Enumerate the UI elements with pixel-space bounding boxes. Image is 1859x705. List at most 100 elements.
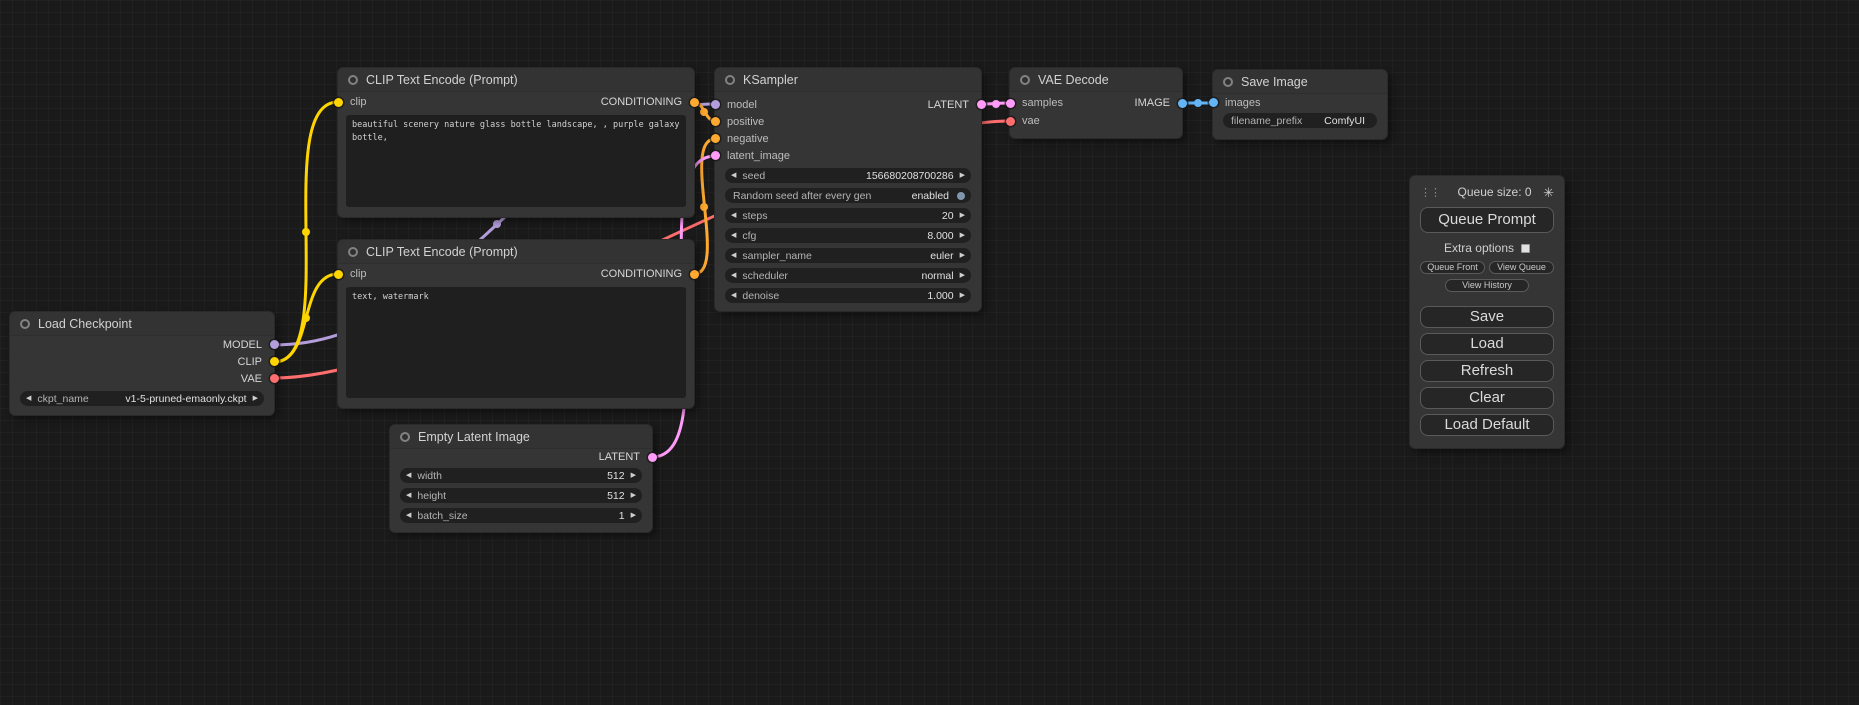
increment-arrow-icon[interactable]: ▶	[631, 492, 636, 499]
node-load-checkpoint[interactable]: Load Checkpoint MODEL CLIP VAE ◀ ckpt_na…	[10, 312, 274, 415]
input-port-vae[interactable]	[1006, 117, 1015, 126]
output-port-clip[interactable]	[270, 357, 279, 366]
widget-ckpt-name[interactable]: ◀ ckpt_name v1-5-pruned-emaonly.ckpt ▶	[20, 391, 264, 406]
view-queue-button[interactable]: View Queue	[1489, 261, 1554, 274]
node-clip-text-encode-positive[interactable]: CLIP Text Encode (Prompt) clip CONDITION…	[338, 68, 694, 217]
settings-gear-icon[interactable]: ✳	[1543, 186, 1554, 199]
refresh-button[interactable]: Refresh	[1420, 360, 1554, 382]
input-port-latent-image[interactable]	[711, 151, 720, 160]
decrement-arrow-icon[interactable]: ◀	[406, 492, 411, 499]
input-port-images[interactable]	[1209, 98, 1218, 107]
decrement-arrow-icon[interactable]: ◀	[406, 512, 411, 519]
queue-front-button[interactable]: Queue Front	[1420, 261, 1485, 274]
increment-arrow-icon[interactable]: ▶	[253, 395, 258, 402]
collapse-toggle-icon[interactable]	[348, 247, 358, 257]
node-title-bar[interactable]: KSampler	[715, 68, 981, 92]
link-midpoint-dot	[302, 228, 310, 236]
output-port-vae[interactable]	[270, 374, 279, 383]
input-port-clip[interactable]	[334, 98, 343, 107]
widget-batch-size[interactable]: ◀ batch_size 1 ▶	[400, 508, 642, 523]
drag-handle-icon[interactable]: ⋮⋮	[1420, 186, 1440, 199]
input-port-clip[interactable]	[334, 270, 343, 279]
increment-arrow-icon[interactable]: ▶	[960, 252, 965, 259]
increment-arrow-icon[interactable]: ▶	[631, 512, 636, 519]
load-default-button[interactable]: Load Default	[1420, 414, 1554, 436]
decrement-arrow-icon[interactable]: ◀	[406, 472, 411, 479]
input-port-samples[interactable]	[1006, 99, 1015, 108]
widget-label: Random seed after every gen	[733, 190, 871, 202]
collapse-toggle-icon[interactable]	[725, 75, 735, 85]
queue-prompt-button[interactable]: Queue Prompt	[1420, 207, 1554, 233]
toggle-dot-icon[interactable]	[957, 192, 965, 200]
collapse-toggle-icon[interactable]	[348, 75, 358, 85]
node-title-bar[interactable]: Empty Latent Image	[390, 425, 652, 449]
node-vae-decode[interactable]: VAE Decode samples IMAGE vae	[1010, 68, 1182, 138]
output-port-image[interactable]	[1178, 99, 1187, 108]
output-port-latent[interactable]	[977, 100, 986, 109]
collapse-toggle-icon[interactable]	[20, 319, 30, 329]
decrement-arrow-icon[interactable]: ◀	[731, 292, 736, 299]
decrement-arrow-icon[interactable]: ◀	[26, 395, 31, 402]
output-port-model[interactable]	[270, 340, 279, 349]
widget-steps[interactable]: ◀ steps 20 ▶	[725, 208, 971, 223]
increment-arrow-icon[interactable]: ▶	[631, 472, 636, 479]
widget-seed[interactable]: ◀ seed 156680208700286 ▶	[725, 168, 971, 183]
clear-button[interactable]: Clear	[1420, 387, 1554, 409]
collapse-toggle-icon[interactable]	[1223, 77, 1233, 87]
node-title-bar[interactable]: VAE Decode	[1010, 68, 1182, 92]
increment-arrow-icon[interactable]: ▶	[960, 172, 965, 179]
widget-sampler-name[interactable]: ◀ sampler_name euler ▶	[725, 248, 971, 263]
widget-label: cfg	[742, 230, 756, 242]
decrement-arrow-icon[interactable]: ◀	[731, 232, 736, 239]
increment-arrow-icon[interactable]: ▶	[960, 232, 965, 239]
graph-canvas[interactable]: Load Checkpoint MODEL CLIP VAE ◀ ckpt_na…	[0, 0, 1859, 705]
node-empty-latent-image[interactable]: Empty Latent Image LATENT ◀ width 512 ▶ …	[390, 425, 652, 532]
widget-filename-prefix[interactable]: filename_prefix ComfyUI	[1223, 113, 1377, 128]
output-label: CLIP	[238, 356, 262, 368]
prompt-text-input[interactable]: text, watermark	[346, 287, 686, 398]
increment-arrow-icon[interactable]: ▶	[960, 292, 965, 299]
input-port-positive[interactable]	[711, 117, 720, 126]
node-title-bar[interactable]: CLIP Text Encode (Prompt)	[338, 240, 694, 264]
input-port-negative[interactable]	[711, 134, 720, 143]
input-port-model[interactable]	[711, 100, 720, 109]
extra-options-checkbox[interactable]	[1521, 244, 1530, 253]
node-title: VAE Decode	[1038, 73, 1109, 87]
output-label: CONDITIONING	[601, 96, 682, 108]
widget-denoise[interactable]: ◀ denoise 1.000 ▶	[725, 288, 971, 303]
queue-menu-panel: ⋮⋮ Queue size: 0 ✳ Queue Prompt Extra op…	[1410, 176, 1564, 448]
collapse-toggle-icon[interactable]	[400, 432, 410, 442]
collapse-toggle-icon[interactable]	[1020, 75, 1030, 85]
widget-height[interactable]: ◀ height 512 ▶	[400, 488, 642, 503]
save-button[interactable]: Save	[1420, 306, 1554, 328]
output-port-conditioning[interactable]	[690, 98, 699, 107]
menu-header: ⋮⋮ Queue size: 0 ✳	[1420, 182, 1554, 202]
decrement-arrow-icon[interactable]: ◀	[731, 212, 736, 219]
increment-arrow-icon[interactable]: ▶	[960, 212, 965, 219]
widget-random-seed-toggle[interactable]: Random seed after every gen enabled	[725, 188, 971, 203]
node-title: KSampler	[743, 73, 798, 87]
queue-small-buttons: Queue Front View Queue	[1420, 261, 1554, 274]
widget-width[interactable]: ◀ width 512 ▶	[400, 468, 642, 483]
node-title-bar[interactable]: Load Checkpoint	[10, 312, 274, 336]
node-title: CLIP Text Encode (Prompt)	[366, 245, 518, 259]
node-title-bar[interactable]: Save Image	[1213, 70, 1387, 94]
decrement-arrow-icon[interactable]: ◀	[731, 272, 736, 279]
output-port-latent[interactable]	[648, 453, 657, 462]
increment-arrow-icon[interactable]: ▶	[960, 272, 965, 279]
widget-cfg[interactable]: ◀ cfg 8.000 ▶	[725, 228, 971, 243]
node-clip-text-encode-negative[interactable]: CLIP Text Encode (Prompt) clip CONDITION…	[338, 240, 694, 408]
node-save-image[interactable]: Save Image images filename_prefix ComfyU…	[1213, 70, 1387, 139]
decrement-arrow-icon[interactable]: ◀	[731, 252, 736, 259]
output-label: VAE	[241, 373, 262, 385]
load-button[interactable]: Load	[1420, 333, 1554, 355]
view-history-button[interactable]: View History	[1445, 279, 1529, 292]
node-title-bar[interactable]: CLIP Text Encode (Prompt)	[338, 68, 694, 92]
prompt-text-input[interactable]: beautiful scenery nature glass bottle la…	[346, 115, 686, 207]
output-row: VAE	[10, 370, 274, 387]
widget-label: steps	[742, 210, 767, 222]
node-ksampler[interactable]: KSampler model LATENT positive negative …	[715, 68, 981, 311]
widget-scheduler[interactable]: ◀ scheduler normal ▶	[725, 268, 971, 283]
decrement-arrow-icon[interactable]: ◀	[731, 172, 736, 179]
output-port-conditioning[interactable]	[690, 270, 699, 279]
